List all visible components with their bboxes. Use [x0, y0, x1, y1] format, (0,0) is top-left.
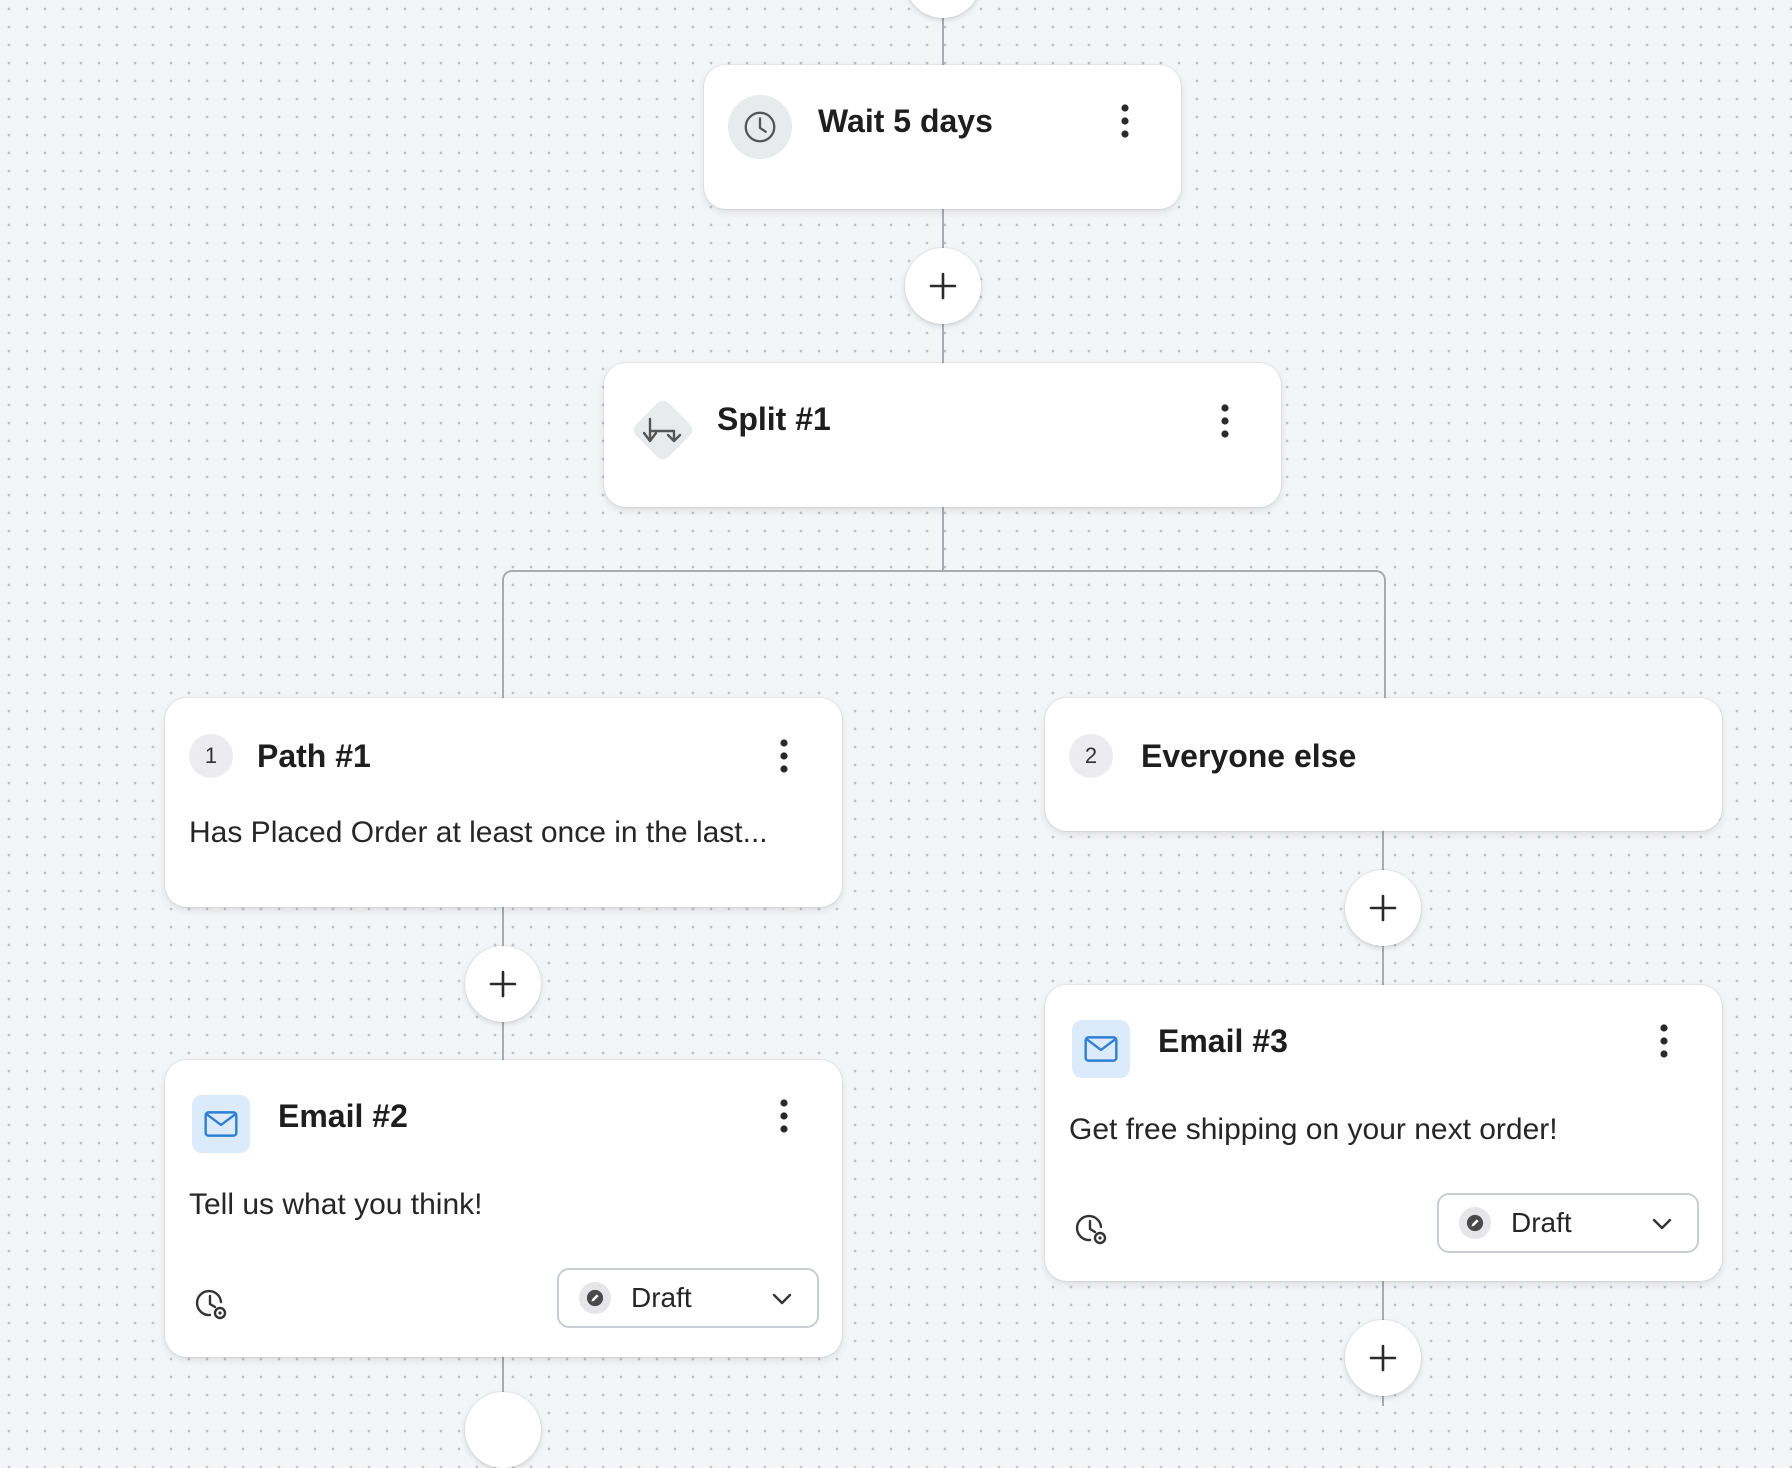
wait-step-title: Wait 5 days: [818, 103, 993, 139]
path-1-card[interactable]: 1 Path #1 Has Placed Order at least once…: [165, 698, 842, 907]
path-1-condition: Has Placed Order at least once in the la…: [189, 816, 768, 849]
add-step-button[interactable]: [1345, 1320, 1421, 1396]
smart-sending-settings-icon[interactable]: [1075, 1213, 1109, 1247]
email-3-title: Email #3: [1158, 1023, 1288, 1059]
mail-icon: [192, 1095, 250, 1153]
smart-sending-settings-icon[interactable]: [195, 1288, 229, 1322]
split-branch-connector: [502, 570, 1386, 700]
plus-icon: [929, 272, 957, 300]
add-step-button[interactable]: [1345, 870, 1421, 946]
flow-canvas[interactable]: Wait 5 days Split #1 1 Path #1 Has Place…: [0, 0, 1792, 1468]
mail-icon: [1072, 1020, 1130, 1078]
add-step-button[interactable]: [905, 248, 981, 324]
wait-step-card[interactable]: Wait 5 days: [704, 65, 1181, 209]
path-2-card[interactable]: 2 Everyone else: [1045, 698, 1722, 831]
email-3-subject: Get free shipping on your next order!: [1069, 1113, 1558, 1146]
more-options-icon[interactable]: [769, 734, 799, 778]
status-label: Draft: [631, 1282, 692, 1313]
status-dropdown[interactable]: Draft: [1437, 1193, 1699, 1253]
add-step-button[interactable]: [465, 946, 541, 1022]
more-options-icon[interactable]: [1649, 1019, 1679, 1063]
chevron-down-icon: [772, 1293, 792, 1305]
status-label: Draft: [1511, 1207, 1572, 1238]
chevron-down-icon: [1652, 1218, 1672, 1230]
plus-icon: [1369, 1344, 1397, 1372]
email-2-card[interactable]: Email #2 Tell us what you think! Draft: [165, 1060, 842, 1357]
more-options-icon[interactable]: [1110, 99, 1140, 143]
more-options-icon[interactable]: [769, 1094, 799, 1138]
path-2-title: Everyone else: [1141, 738, 1357, 774]
split-step-title: Split #1: [717, 401, 831, 437]
status-dropdown[interactable]: Draft: [557, 1268, 819, 1328]
clock-icon: [728, 95, 792, 159]
split-step-card[interactable]: Split #1: [604, 363, 1281, 507]
path-number-badge: 1: [189, 734, 233, 778]
path-1-title: Path #1: [257, 738, 371, 774]
split-icon: [626, 393, 698, 465]
email-3-card[interactable]: Email #3 Get free shipping on your next …: [1045, 985, 1722, 1281]
add-step-button[interactable]: [905, 0, 981, 18]
plus-icon: [1369, 894, 1397, 922]
email-2-title: Email #2: [278, 1098, 408, 1134]
pencil-icon: [1459, 1207, 1491, 1239]
add-step-button[interactable]: [465, 1392, 541, 1468]
connector-line: [942, 505, 944, 571]
email-2-subject: Tell us what you think!: [189, 1188, 483, 1221]
plus-icon: [489, 970, 517, 998]
pencil-icon: [579, 1282, 611, 1314]
more-options-icon[interactable]: [1210, 399, 1240, 443]
path-number-badge: 2: [1069, 734, 1113, 778]
